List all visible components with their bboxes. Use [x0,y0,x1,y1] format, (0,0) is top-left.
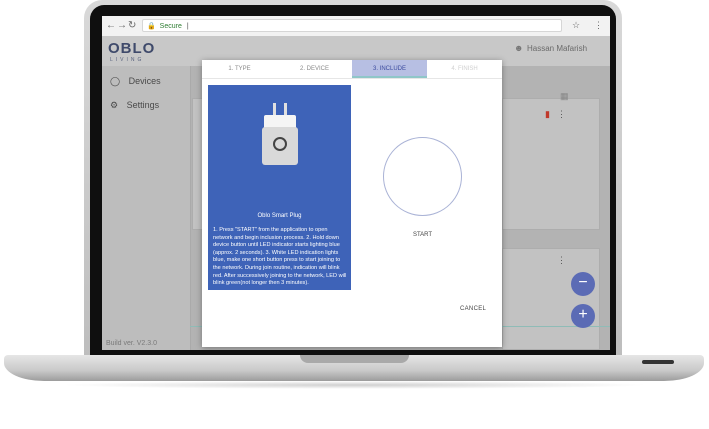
secure-label: Secure [159,23,182,30]
sidebar: ◯ Devices ⚙ Settings Build ver. V2.3.0 [102,66,191,350]
tab-device[interactable]: 2. DEVICE [277,60,352,78]
smart-plug-icon [262,103,298,165]
laptop-notch [300,355,409,363]
device-card: ▮ ⋮ [502,98,600,230]
sidebar-item-label: Devices [128,76,161,86]
lightbulb-icon: ◯ [110,76,121,86]
build-version: Build ver. V2.3.0 [106,340,157,347]
browser-toolbar: ← → ↻ 🔒 Secure | ☆ ⋮ [102,16,610,37]
app-logo-sub: LIVING [110,57,145,63]
sidebar-item-devices[interactable]: ◯ Devices [110,76,161,87]
user-icon: ☻ [514,43,524,53]
tab-include[interactable]: 3. INCLUDE [352,60,427,78]
device-info-panel: Oblo Smart Plug 1. Press "START" from th… [208,85,351,290]
more-icon[interactable]: ⋮ [557,255,566,266]
grid-view-icon[interactable]: ▦ [560,91,569,102]
app-logo: OBLO [108,40,156,57]
laptop-screen: ← → ↻ 🔒 Secure | ☆ ⋮ OBLO LIVING ☻ Hassa… [102,16,610,350]
gear-icon: ⚙ [110,100,119,110]
more-icon[interactable]: ⋮ [557,109,566,120]
address-bar[interactable]: 🔒 Secure | [142,19,562,32]
add-fab[interactable]: + [571,304,595,328]
laptop-shadow [60,381,650,389]
minus-fab[interactable]: − [571,272,595,296]
device-card: ⋮ [502,248,600,350]
back-icon[interactable]: ← [106,20,116,31]
wizard-steps: 1. TYPE 2. DEVICE 3. INCLUDE 4. FINISH [202,60,502,79]
device-name: Oblo Smart Plug [257,213,302,219]
reload-icon[interactable]: ↻ [128,20,136,31]
include-device-dialog: 1. TYPE 2. DEVICE 3. INCLUDE 4. FINISH O… [202,60,502,347]
inclusion-instructions: 1. Press "START" from the application to… [213,227,347,287]
laptop-slot [642,360,674,364]
menu-icon[interactable]: ⋮ [594,20,603,31]
star-icon[interactable]: ☆ [572,20,580,31]
start-label: START [412,232,433,238]
lock-icon: 🔒 [147,23,156,30]
sidebar-item-settings[interactable]: ⚙ Settings [110,100,159,111]
address-text: | [186,23,189,30]
start-button[interactable] [383,137,462,216]
forward-icon[interactable]: → [117,20,127,31]
user-name[interactable]: Hassan Mafarish [527,44,587,53]
tab-type[interactable]: 1. TYPE [202,60,277,78]
tab-finish: 4. FINISH [451,66,478,72]
trash-icon[interactable]: ▮ [545,109,550,120]
cancel-button[interactable]: CANCEL [460,306,486,312]
sidebar-item-label: Settings [126,100,160,110]
